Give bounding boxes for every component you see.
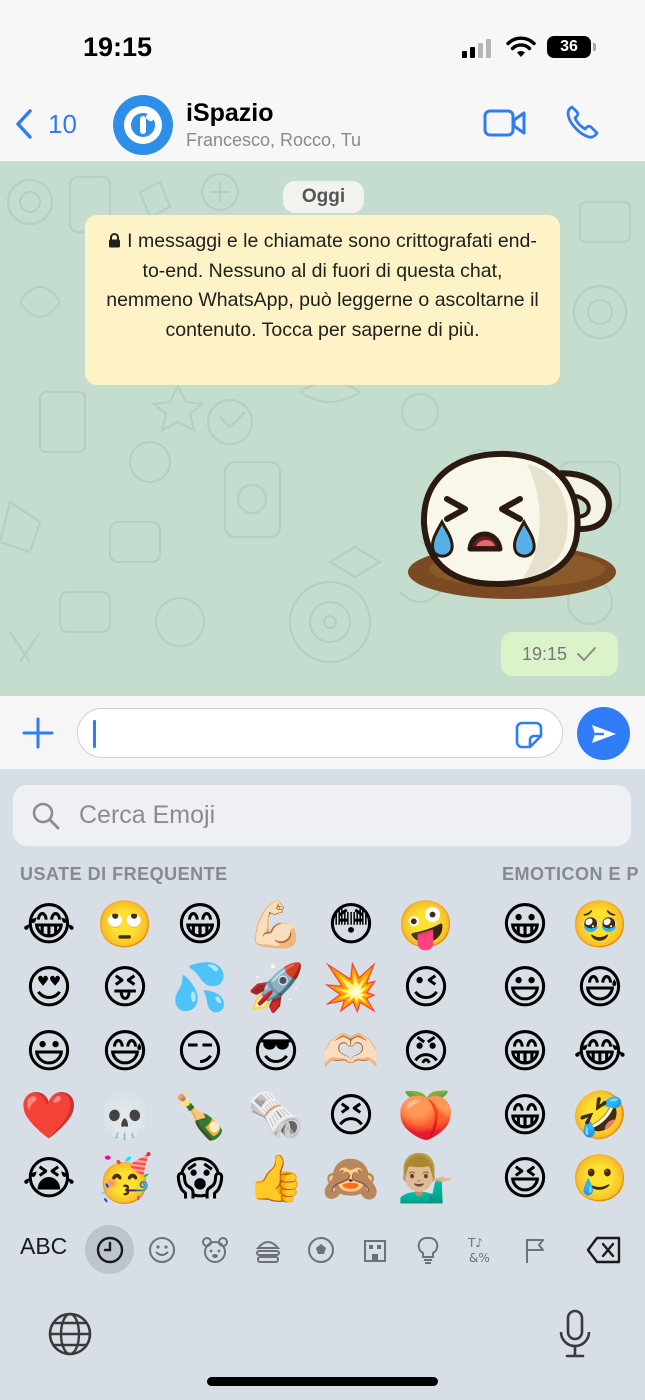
send-icon — [591, 724, 616, 743]
emoji-key[interactable]: 🤪 — [396, 894, 456, 954]
phone-call-icon[interactable] — [565, 104, 599, 140]
smiley-icon[interactable] — [145, 1233, 179, 1267]
chat-title[interactable]: iSpazio — [186, 99, 274, 128]
emoji-key[interactable]: 😣 — [321, 1085, 381, 1145]
emoji-key[interactable]: 🥹 — [570, 894, 630, 954]
emoji-key[interactable]: 💥 — [321, 957, 381, 1017]
emoji-key[interactable]: 😁 — [170, 894, 230, 954]
lightbulb-icon[interactable] — [411, 1233, 445, 1267]
crying-cup-sticker[interactable] — [402, 444, 617, 609]
emoji-key[interactable]: 😅 — [95, 1021, 155, 1081]
emoji-key[interactable]: 😂 — [19, 894, 79, 954]
microphone-icon[interactable] — [556, 1308, 594, 1360]
emoji-keyboard: Cerca Emoji USATE DI FREQUENTE EMOTICON … — [0, 769, 645, 1400]
lock-icon — [108, 228, 121, 248]
back-button[interactable]: 10 — [12, 106, 77, 142]
wifi-icon — [506, 36, 536, 57]
svg-text:&%: &% — [469, 1251, 490, 1265]
battery-level: 36 — [560, 38, 578, 55]
emoji-key[interactable]: 😉 — [396, 957, 456, 1017]
emoji-search-field[interactable]: Cerca Emoji — [13, 785, 631, 846]
video-call-icon[interactable] — [483, 108, 527, 138]
status-bar: 19:15 36 — [0, 0, 645, 90]
emoji-key[interactable]: 😃 — [19, 1021, 79, 1081]
emoji-key[interactable]: 😁 — [495, 1085, 555, 1145]
emoji-key[interactable]: 🍾 — [170, 1085, 230, 1145]
emoji-key[interactable]: 🗞️ — [246, 1085, 306, 1145]
emoji-key[interactable]: 🤣 — [570, 1085, 630, 1145]
chevron-left-icon — [16, 109, 32, 139]
emoji-category-bar: ABC T♪ &% — [0, 1224, 645, 1276]
emoji-key[interactable]: 🥳 — [95, 1148, 155, 1208]
emoji-key[interactable]: 💪🏻 — [246, 894, 306, 954]
delete-backspace-icon[interactable] — [585, 1233, 623, 1267]
section-smileys: EMOTICON E P — [502, 864, 640, 884]
chat-header: 10 iSpazio Francesco, Rocco, Tu — [0, 90, 645, 162]
emoji-search-placeholder: Cerca Emoji — [79, 801, 216, 829]
battery-icon: 36 — [547, 36, 591, 58]
emoji-key[interactable]: 😭 — [19, 1148, 79, 1208]
emoji-key[interactable]: 😁 — [495, 1021, 555, 1081]
emoji-key[interactable]: 😅 — [570, 957, 630, 1017]
outgoing-message[interactable]: 19:15 — [501, 632, 618, 676]
food-icon[interactable] — [251, 1233, 285, 1267]
ispazio-logo-icon — [124, 106, 162, 144]
emoji-key[interactable]: 😡 — [396, 1021, 456, 1081]
flag-icon[interactable] — [518, 1233, 552, 1267]
text-caret — [93, 720, 96, 748]
group-avatar[interactable] — [113, 95, 173, 155]
emoji-key[interactable]: 🚀 — [246, 957, 306, 1017]
send-button[interactable] — [577, 707, 630, 760]
emoji-key[interactable]: 🙈 — [321, 1148, 381, 1208]
animal-icon[interactable] — [198, 1233, 232, 1267]
chat-area[interactable]: Oggi I messaggi e le chiamate sono critt… — [0, 162, 645, 696]
encryption-notice[interactable]: I messaggi e le chiamate sono crittograf… — [85, 215, 560, 385]
emoji-key[interactable]: 😍 — [19, 957, 79, 1017]
unread-count: 10 — [48, 108, 77, 139]
emoji-key[interactable]: 😎 — [246, 1021, 306, 1081]
recent-clock-icon[interactable] — [93, 1233, 127, 1267]
section-frequent: USATE DI FREQUENTE — [20, 864, 228, 884]
message-input[interactable] — [77, 708, 563, 758]
emoji-key[interactable]: 🫶🏻 — [321, 1021, 381, 1081]
emoji-key[interactable]: 💁🏼‍♂️ — [396, 1148, 456, 1208]
globe-icon[interactable] — [46, 1310, 94, 1358]
emoji-key[interactable]: 😝 — [95, 957, 155, 1017]
encryption-notice-text: I messaggi e le chiamate sono crittograf… — [106, 230, 539, 341]
svg-text:T♪: T♪ — [467, 1236, 483, 1250]
emoji-key[interactable]: 😆 — [495, 1148, 555, 1208]
ball-icon[interactable] — [304, 1233, 338, 1267]
emoji-key[interactable]: 👍 — [246, 1148, 306, 1208]
search-icon — [32, 802, 60, 830]
symbols-icon[interactable]: T♪&% — [464, 1233, 498, 1267]
sticker-icon[interactable] — [514, 720, 544, 750]
date-separator: Oggi — [283, 181, 364, 213]
emoji-key[interactable]: 🍑 — [396, 1085, 456, 1145]
emoji-key[interactable]: 💦 — [170, 957, 230, 1017]
message-input-bar — [0, 696, 645, 769]
abc-key[interactable]: ABC — [20, 1233, 67, 1260]
status-time: 19:15 — [83, 32, 153, 62]
emoji-key[interactable]: 🙄 — [95, 894, 155, 954]
message-time: 19:15 — [521, 643, 568, 664]
emoji-key[interactable]: 😃 — [495, 957, 555, 1017]
emoji-key[interactable]: 😱 — [170, 1148, 230, 1208]
emoji-key[interactable]: 😏 — [170, 1021, 230, 1081]
plus-icon[interactable] — [20, 715, 56, 751]
emoji-key[interactable]: 🥲 — [570, 1148, 630, 1208]
emoji-key[interactable]: 😂 — [570, 1021, 630, 1081]
battery-tip — [593, 43, 596, 51]
home-indicator — [207, 1377, 438, 1386]
building-icon[interactable] — [358, 1233, 392, 1267]
chat-participants[interactable]: Francesco, Rocco, Tu — [186, 130, 361, 151]
emoji-key[interactable]: 😀 — [495, 894, 555, 954]
emoji-key[interactable]: ❤️ — [19, 1085, 79, 1145]
cellular-signal-icon — [462, 38, 491, 58]
emoji-key[interactable]: 💀 — [95, 1085, 155, 1145]
emoji-key[interactable]: 😳 — [321, 894, 381, 954]
sent-check-icon — [577, 647, 597, 661]
